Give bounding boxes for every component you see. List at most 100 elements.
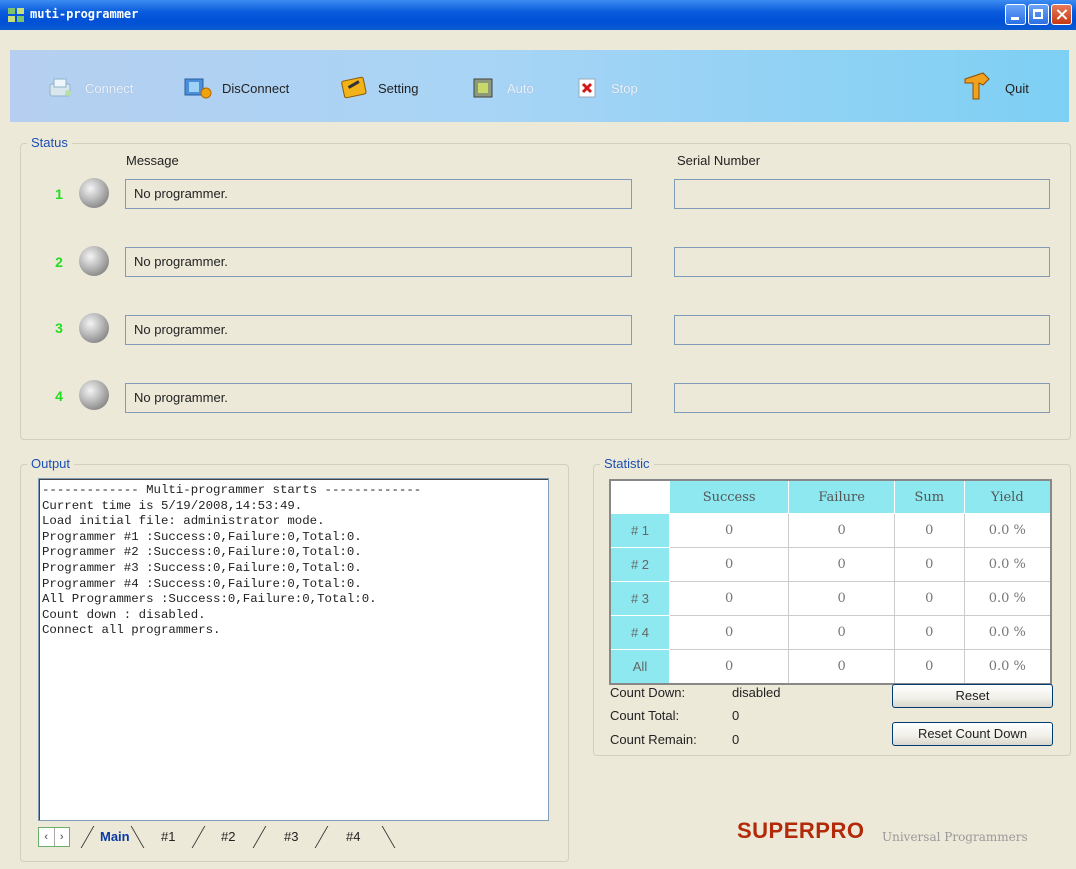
- failure-cell: 0: [788, 649, 895, 685]
- setting-icon: [341, 76, 367, 99]
- serial-number-field: [674, 383, 1050, 413]
- disconnect-label: DisConnect: [222, 80, 290, 96]
- status-led-icon: [79, 313, 109, 343]
- quit-label: Quit: [1005, 80, 1029, 96]
- row-number: 2: [55, 254, 63, 270]
- yield-cell: 0.0 %: [963, 615, 1052, 650]
- brand-logo: SUPERPRO: [737, 818, 865, 843]
- toolbar: Connect DisConnect Setting Auto Stop Qui…: [10, 50, 1069, 122]
- failure-cell: 0: [788, 513, 895, 548]
- message-field: No programmer.: [125, 315, 632, 345]
- message-field: No programmer.: [125, 247, 632, 277]
- column-header-yield: Yield: [963, 479, 1052, 514]
- auto-label: Auto: [507, 80, 534, 96]
- stop-button[interactable]: Stop: [573, 76, 638, 100]
- auto-button[interactable]: Auto: [469, 76, 534, 100]
- corner-cell: [609, 479, 670, 514]
- tab-2[interactable]: #2: [221, 829, 235, 844]
- serial-number-field: [674, 179, 1050, 209]
- table-row: # 4 0 0 0 0.0 %: [609, 615, 1052, 650]
- maximize-button[interactable]: [1028, 4, 1049, 25]
- success-cell: 0: [668, 547, 790, 582]
- log-line: Programmer #1 :Success:0,Failure:0,Total…: [42, 529, 362, 544]
- column-header-sum: Sum: [894, 479, 965, 514]
- tab-scroll-left-icon[interactable]: ‹: [39, 828, 55, 846]
- connect-button[interactable]: Connect: [47, 76, 133, 100]
- disconnect-icon: [184, 78, 212, 99]
- success-cell: 0: [668, 649, 790, 685]
- close-button[interactable]: [1051, 4, 1072, 25]
- tab-scroll-right-icon[interactable]: ›: [55, 828, 70, 846]
- sum-cell: 0: [894, 615, 965, 650]
- output-legend: Output: [27, 456, 75, 471]
- count-remain-value: 0: [732, 732, 740, 747]
- log-line: Programmer #3 :Success:0,Failure:0,Total…: [42, 560, 362, 575]
- log-line: All Programmers :Success:0,Failure:0,Tot…: [42, 592, 377, 607]
- table-header-row: Success Failure Sum Yield: [609, 479, 1052, 514]
- message-field: No programmer.: [125, 179, 632, 209]
- row-label: # 3: [609, 581, 670, 616]
- yield-cell: 0.0 %: [963, 513, 1052, 548]
- minimize-button[interactable]: [1005, 4, 1026, 25]
- status-led-icon: [79, 380, 109, 410]
- row-number: 1: [55, 186, 63, 202]
- statistic-table: Success Failure Sum Yield # 1 0 0 0 0.0 …: [609, 479, 1052, 685]
- tab-4[interactable]: #4: [346, 829, 360, 844]
- log-line: Programmer #4 :Success:0,Failure:0,Total…: [42, 576, 362, 591]
- sum-cell: 0: [894, 649, 965, 685]
- row-label: All: [609, 649, 670, 685]
- log-line: Current time is 5/19/2008,14:53:49.: [42, 498, 303, 513]
- success-cell: 0: [668, 513, 790, 548]
- yield-cell: 0.0 %: [963, 547, 1052, 582]
- statistic-legend: Statistic: [600, 456, 654, 471]
- log-line: ------------- Multi-programmer starts --…: [42, 483, 422, 497]
- failure-cell: 0: [788, 581, 895, 616]
- serial-number-header: Serial Number: [677, 153, 761, 168]
- title-bar: muti-programmer: [0, 0, 1076, 30]
- table-row: # 2 0 0 0 0.0 %: [609, 547, 1052, 582]
- row-label: # 4: [609, 615, 670, 650]
- brand-tagline: Universal Programmers: [882, 830, 1028, 844]
- status-legend: Status: [27, 135, 72, 150]
- log-line: Connect all programmers.: [42, 623, 221, 638]
- setting-label: Setting: [378, 80, 419, 96]
- connect-icon: [49, 78, 71, 97]
- chip-icon: [473, 78, 493, 98]
- count-total-label: Count Total:: [610, 708, 680, 723]
- output-log[interactable]: ------------- Multi-programmer starts --…: [38, 478, 549, 821]
- status-led-icon: [79, 246, 109, 276]
- count-down-value: disabled: [732, 685, 781, 700]
- setting-button[interactable]: Setting: [340, 76, 418, 100]
- failure-cell: 0: [788, 547, 895, 582]
- row-label: # 2: [609, 547, 670, 582]
- table-row: All 0 0 0 0.0 %: [609, 649, 1052, 685]
- count-total-value: 0: [732, 708, 740, 723]
- failure-cell: 0: [788, 615, 895, 650]
- column-header-success: Success: [668, 479, 790, 514]
- column-header-failure: Failure: [788, 479, 895, 514]
- status-led-icon: [79, 178, 109, 208]
- table-row: # 1 0 0 0 0.0 %: [609, 513, 1052, 548]
- quit-button[interactable]: Quit: [961, 72, 1029, 100]
- count-down-label: Count Down:: [610, 685, 686, 700]
- log-line: Load initial file: administrator mode.: [42, 514, 325, 529]
- disconnect-button[interactable]: DisConnect: [184, 76, 289, 100]
- sum-cell: 0: [894, 547, 965, 582]
- window-title: muti-programmer: [30, 7, 139, 21]
- tab-scroll-buttons: ‹ ›: [38, 827, 70, 847]
- quit-icon: [964, 72, 990, 100]
- connect-label: Connect: [85, 80, 134, 96]
- reset-count-down-button[interactable]: Reset Count Down: [892, 722, 1053, 746]
- serial-number-field: [674, 247, 1050, 277]
- yield-cell: 0.0 %: [963, 581, 1052, 616]
- message-field: No programmer.: [125, 383, 632, 413]
- stop-icon: [578, 78, 596, 98]
- reset-button[interactable]: Reset: [892, 684, 1053, 708]
- tab-main[interactable]: Main: [100, 829, 130, 844]
- tab-3[interactable]: #3: [284, 829, 298, 844]
- app-icon: [8, 8, 24, 22]
- sum-cell: 0: [894, 513, 965, 548]
- log-line: Programmer #2 :Success:0,Failure:0,Total…: [42, 545, 362, 560]
- tab-1[interactable]: #1: [161, 829, 175, 844]
- row-number: 3: [55, 320, 63, 336]
